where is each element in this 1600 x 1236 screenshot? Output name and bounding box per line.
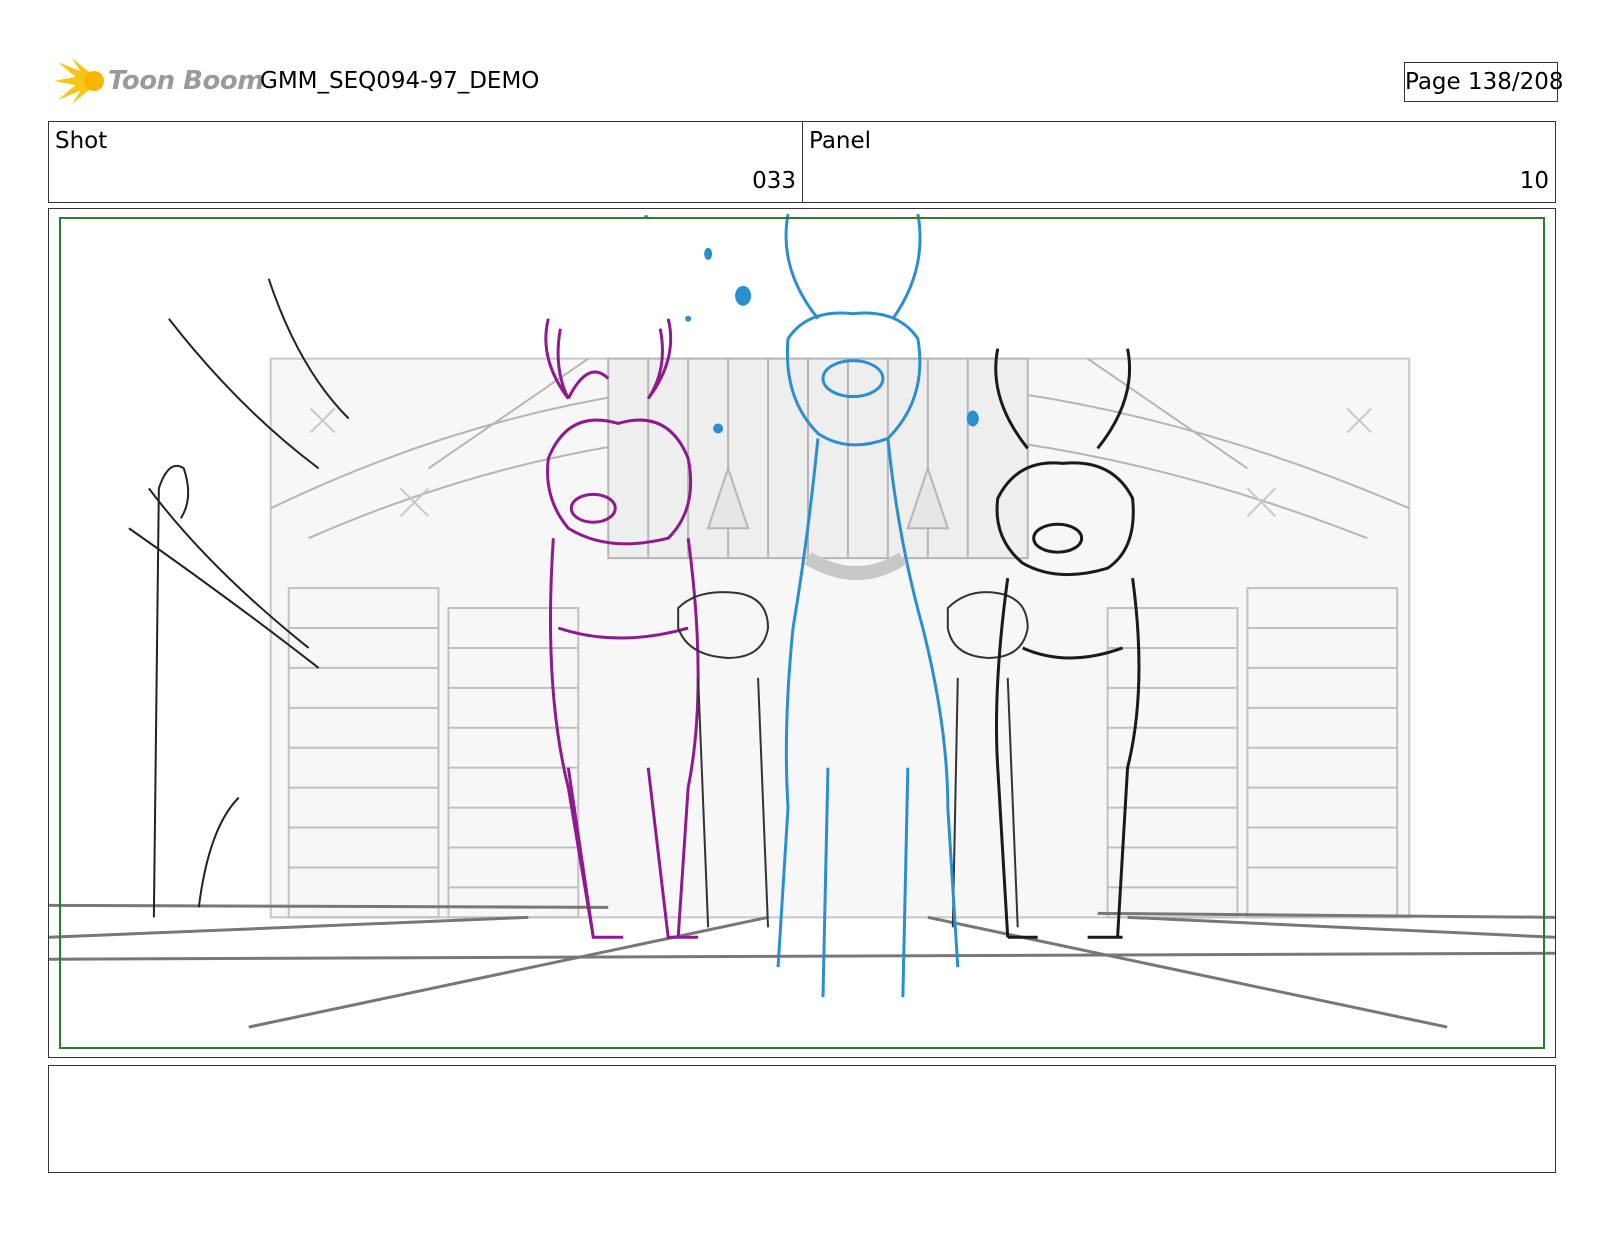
logo-text: Toon Boom <box>108 66 264 96</box>
shot-cell: Shot 033 <box>49 122 803 202</box>
shot-label: Shot <box>55 128 108 154</box>
safe-area-frame <box>59 217 1545 1049</box>
project-title: GMM_SEQ094-97_DEMO <box>260 68 540 94</box>
toon-boom-sun-logo-icon <box>54 58 104 104</box>
page-counter: Page 138/208 <box>1404 62 1564 102</box>
notes-box <box>48 1065 1556 1173</box>
storyboard-panel-frame <box>48 208 1556 1058</box>
panel-label: Panel <box>809 128 872 154</box>
storyboard-header: Toon Boom GMM_SEQ094-97_DEMO Page 138/20… <box>50 52 1564 112</box>
panel-cell: Panel 10 <box>803 122 1555 202</box>
shot-panel-info-row: Shot 033 Panel 10 <box>48 121 1556 203</box>
panel-number: 10 <box>1519 168 1549 194</box>
shot-number: 033 <box>752 168 796 194</box>
toon-boom-logo: Toon Boom <box>52 56 264 106</box>
